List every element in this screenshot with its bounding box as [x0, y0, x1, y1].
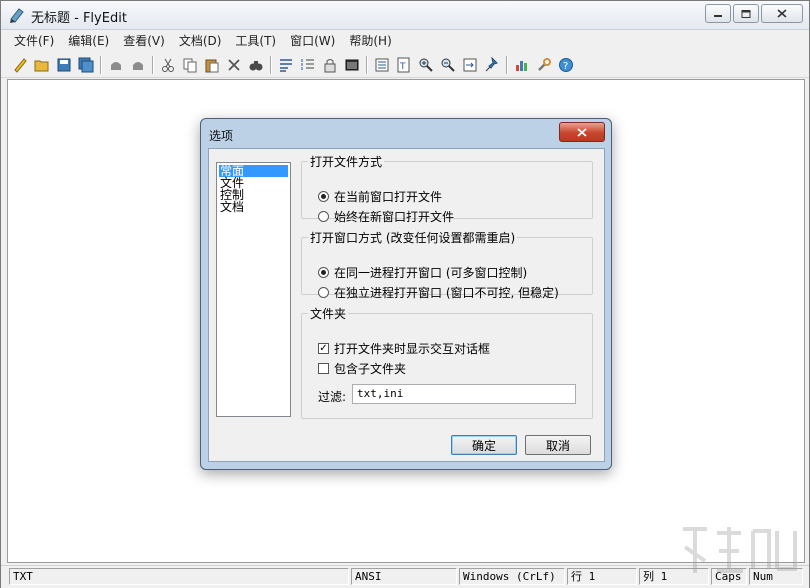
maximize-button[interactable] [733, 4, 759, 23]
toolbar-separator [152, 55, 154, 74]
properties-icon[interactable] [371, 55, 393, 75]
menu-edit[interactable]: 编辑(E) [61, 32, 116, 49]
find-icon[interactable] [245, 55, 267, 75]
menu-window[interactable]: 窗口(W) [283, 32, 342, 49]
undo-icon[interactable] [105, 55, 127, 75]
category-list[interactable]: 常面 文件 控制 文档 [216, 162, 291, 417]
dialog-body: 常面 文件 控制 文档 打开文件方式 在当前窗口打开文件 始终在新窗口打开文件 … [208, 148, 605, 462]
same-process-option[interactable]: 在同一进程打开窗口 (可多窗口控制) [318, 264, 527, 281]
close-button[interactable] [761, 4, 803, 23]
text-format-icon[interactable]: T [393, 55, 415, 75]
toolbar: T ? [1, 52, 809, 78]
option-label: 打开文件夹时显示交互对话框 [334, 342, 491, 356]
open-window-legend: 打开窗口方式 (改变任何设置都需重启) [310, 231, 516, 245]
menu-tools[interactable]: 工具(T) [228, 32, 283, 49]
radio-button[interactable] [318, 191, 329, 202]
goto-line-icon[interactable] [459, 55, 481, 75]
open-folder-icon[interactable] [31, 55, 53, 75]
line-numbers-icon[interactable] [297, 55, 319, 75]
new-file-icon[interactable] [9, 55, 31, 75]
settings-wrench-icon[interactable] [533, 55, 555, 75]
pin-icon[interactable] [481, 55, 503, 75]
open-window-group: 打开窗口方式 (改变任何设置都需重启) 在同一进程打开窗口 (可多窗口控制) 在… [301, 229, 593, 300]
folder-legend: 文件夹 [310, 307, 347, 321]
separate-process-option[interactable]: 在独立进程打开窗口 (窗口不可控, 但稳定) [318, 284, 559, 301]
checkbox-checked[interactable]: ✓ [318, 343, 329, 354]
dialog-title: 选项 [209, 129, 234, 143]
zoom-out-icon[interactable] [437, 55, 459, 75]
option-label: 始终在新窗口打开文件 [334, 210, 455, 224]
option-label: 包含子文件夹 [334, 362, 407, 376]
cancel-button[interactable]: 取消 [525, 435, 591, 455]
menu-document[interactable]: 文档(D) [172, 32, 229, 49]
statistics-icon[interactable] [511, 55, 533, 75]
open-current-window-option[interactable]: 在当前窗口打开文件 [318, 188, 442, 205]
options-dialog: 选项 常面 文件 控制 文档 打开文件方式 在当前窗口打开文件 始终在新窗口打开… [200, 118, 612, 470]
category-item-document[interactable]: 文档 [219, 201, 288, 213]
dialog-close-button[interactable] [559, 122, 605, 142]
watermark-logo [683, 527, 797, 573]
radio-button[interactable] [318, 287, 329, 298]
paste-icon[interactable] [201, 55, 223, 75]
menu-help[interactable]: 帮助(H) [342, 32, 398, 49]
status-line-ending: Windows (CrLf) [459, 568, 565, 585]
toolbar-separator [506, 55, 508, 74]
lock-icon[interactable] [319, 55, 341, 75]
menu-file[interactable]: 文件(F) [7, 32, 61, 49]
svg-text:T: T [399, 62, 406, 72]
help-icon[interactable]: ? [555, 55, 577, 75]
redo-icon[interactable] [127, 55, 149, 75]
title-bar: 无标题 - FlyEdit [1, 1, 809, 30]
close-icon [577, 127, 587, 137]
fullscreen-icon[interactable] [341, 55, 363, 75]
checkbox[interactable] [318, 363, 329, 374]
maximize-icon [741, 9, 751, 18]
svg-text:?: ? [563, 61, 568, 72]
open-new-window-option[interactable]: 始终在新窗口打开文件 [318, 208, 454, 225]
open-file-group: 打开文件方式 在当前窗口打开文件 始终在新窗口打开文件 [301, 153, 593, 224]
minimize-button[interactable] [705, 4, 731, 23]
filter-label: 过滤: [318, 390, 347, 404]
zoom-in-icon[interactable] [415, 55, 437, 75]
include-subfolders-option[interactable]: 包含子文件夹 [318, 360, 406, 377]
save-icon[interactable] [53, 55, 75, 75]
menu-view[interactable]: 查看(V) [116, 32, 172, 49]
radio-button[interactable] [318, 267, 329, 278]
copy-icon[interactable] [179, 55, 201, 75]
window-title: 无标题 - FlyEdit [31, 11, 127, 26]
ok-button[interactable]: 确定 [451, 435, 517, 455]
toolbar-separator [100, 55, 102, 74]
show-folder-dialog-option[interactable]: ✓ 打开文件夹时显示交互对话框 [318, 340, 490, 357]
toolbar-separator [270, 55, 272, 74]
word-wrap-icon[interactable] [275, 55, 297, 75]
status-charset: ANSI [351, 568, 457, 585]
delete-icon[interactable] [223, 55, 245, 75]
option-label: 在同一进程打开窗口 (可多窗口控制) [334, 266, 528, 280]
save-all-icon[interactable] [75, 55, 97, 75]
status-row: 行 1 [567, 568, 637, 585]
menu-bar: 文件(F) 编辑(E) 查看(V) 文档(D) 工具(T) 窗口(W) 帮助(H… [1, 30, 809, 51]
option-label: 在独立进程打开窗口 (窗口不可控, 但稳定) [334, 286, 559, 300]
open-file-legend: 打开文件方式 [310, 155, 383, 169]
cut-icon[interactable] [157, 55, 179, 75]
status-file-type: TXT [9, 568, 349, 585]
app-icon [10, 8, 24, 23]
option-label: 在当前窗口打开文件 [334, 190, 443, 204]
filter-input[interactable]: txt,ini [352, 384, 576, 404]
toolbar-separator [366, 55, 368, 74]
close-icon [777, 9, 787, 18]
folder-group: 文件夹 ✓ 打开文件夹时显示交互对话框 包含子文件夹 过滤: txt,ini [301, 305, 593, 419]
minimize-icon [714, 14, 722, 17]
radio-button[interactable] [318, 211, 329, 222]
